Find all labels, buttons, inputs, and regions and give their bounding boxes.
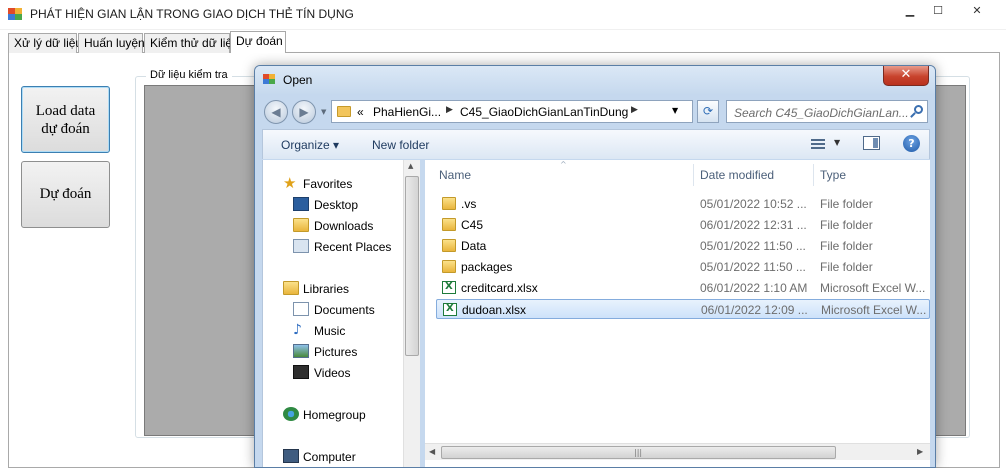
nav-documents[interactable]: Documents	[263, 301, 413, 319]
scroll-left-arrow-icon[interactable]: ◀	[429, 447, 435, 456]
file-row-c45[interactable]: C45 06/01/2022 12:31 ... File folder	[436, 215, 930, 235]
refresh-icon[interactable]: ⟳	[697, 100, 719, 123]
desktop-icon	[293, 197, 309, 211]
dialog-toolbar: Organize ▾ New folder ▼ ?	[262, 129, 930, 159]
forward-arrow-icon[interactable]: ▶	[292, 100, 316, 124]
excel-file-icon	[443, 303, 457, 316]
search-input[interactable]: Search C45_GiaoDichGianLan...	[726, 100, 928, 123]
folder-icon	[337, 106, 351, 117]
file-row-creditcard[interactable]: creditcard.xlsx 06/01/2022 1:10 AM Micro…	[436, 278, 930, 298]
music-icon: ♪	[293, 322, 302, 338]
minimize-button[interactable]: ▁	[898, 3, 922, 20]
excel-file-icon	[442, 281, 456, 294]
file-row-data[interactable]: Data 05/01/2022 11:50 ... File folder	[436, 236, 930, 256]
app-icon	[8, 8, 22, 20]
column-divider[interactable]	[693, 164, 694, 186]
scroll-right-arrow-icon[interactable]: ▶	[917, 447, 923, 456]
libraries-icon	[283, 281, 299, 295]
predict-button[interactable]: Dự đoán	[21, 161, 110, 228]
file-list-horizontal-scrollbar[interactable]: ◀ ||| ▶	[425, 443, 930, 460]
tab-kiem-thu-du-lieu[interactable]: Kiểm thử dữ liệu	[144, 33, 239, 53]
navigation-pane: ★ Favorites Desktop Downloads Recent Pla…	[262, 160, 420, 467]
column-header-date[interactable]: Date modified	[700, 160, 774, 188]
back-arrow-icon[interactable]: ◀	[264, 100, 288, 124]
preview-pane-icon[interactable]	[863, 136, 880, 150]
chevron-down-icon[interactable]: ▼	[834, 138, 840, 147]
load-data-label-line1: Load data	[35, 103, 96, 119]
column-header-name[interactable]: Name	[439, 160, 471, 188]
search-icon[interactable]	[910, 105, 924, 119]
nav-computer[interactable]: Computer	[263, 448, 413, 466]
load-data-label-line2: dự đoán	[41, 121, 90, 137]
new-folder-button[interactable]: New folder	[372, 138, 429, 152]
folder-icon	[442, 218, 456, 231]
file-row-packages[interactable]: packages 05/01/2022 11:50 ... File folde…	[436, 257, 930, 277]
column-header-type[interactable]: Type	[820, 160, 846, 188]
file-row-vs[interactable]: .vs 05/01/2022 10:52 ... File folder	[436, 194, 930, 214]
breadcrumb-part1[interactable]: PhaHienGi...	[373, 105, 441, 119]
folder-icon	[442, 197, 456, 210]
videos-icon	[293, 365, 309, 379]
nav-scrollbar-thumb[interactable]	[405, 176, 419, 356]
dialog-app-icon	[263, 74, 276, 85]
computer-icon	[283, 449, 299, 463]
close-button[interactable]: ✕	[958, 3, 996, 20]
breadcrumb-part2[interactable]: C45_GiaoDichGianLanTinDung	[460, 105, 628, 119]
address-bar[interactable]: « PhaHienGi... ▶ C45_GiaoDichGianLanTinD…	[331, 100, 693, 123]
groupbox-label: Dữ liệu kiểm tra	[146, 69, 232, 81]
open-file-dialog: Open ✕ ◀ ▶ ▼ « PhaHienGi... ▶ C45_GiaoDi…	[254, 65, 936, 468]
nav-videos[interactable]: Videos	[263, 364, 413, 382]
nav-pictures[interactable]: Pictures	[263, 343, 413, 361]
view-options-icon[interactable]	[811, 139, 827, 151]
nav-favorites[interactable]: ★ Favorites	[263, 175, 413, 193]
dialog-close-button[interactable]: ✕	[883, 66, 929, 86]
file-list-scrollbar-thumb[interactable]: |||	[441, 446, 836, 459]
nav-pane-scrollbar[interactable]: ▲	[403, 160, 420, 467]
nav-libraries[interactable]: Libraries	[263, 280, 413, 298]
homegroup-icon	[283, 407, 299, 421]
recent-places-icon	[293, 239, 309, 253]
star-icon: ★	[283, 174, 297, 192]
help-icon[interactable]: ?	[903, 135, 920, 152]
main-titlebar: PHÁT HIỆN GIAN LẬN TRONG GIAO DỊCH THẺ T…	[0, 0, 1006, 30]
nav-music[interactable]: ♪ Music	[263, 322, 413, 340]
nav-desktop[interactable]: Desktop	[263, 196, 413, 214]
dialog-title: Open	[283, 73, 313, 87]
tab-huan-luyen[interactable]: Huấn luyện	[78, 33, 145, 53]
pictures-icon	[293, 344, 309, 358]
chevron-down-icon[interactable]: ▼	[672, 106, 678, 115]
nav-downloads[interactable]: Downloads	[263, 217, 413, 235]
search-placeholder: Search C45_GiaoDichGianLan...	[734, 106, 909, 120]
recent-locations-dropdown-icon[interactable]: ▼	[321, 108, 326, 116]
window-title: PHÁT HIỆN GIAN LẬN TRONG GIAO DỊCH THẺ T…	[30, 7, 354, 21]
organize-menu[interactable]: Organize ▾	[281, 138, 339, 152]
column-divider[interactable]	[813, 164, 814, 186]
nav-homegroup[interactable]: Homegroup	[263, 406, 413, 424]
folder-icon	[442, 260, 456, 273]
dialog-titlebar: Open ✕	[255, 66, 935, 94]
breadcrumb-prefix[interactable]: «	[357, 105, 364, 119]
load-data-button[interactable]: Load data dự đoán	[21, 86, 110, 153]
chevron-right-icon[interactable]: ▶	[631, 105, 638, 115]
sort-ascending-icon: ^	[560, 160, 567, 169]
scroll-up-arrow-icon[interactable]: ▲	[408, 162, 413, 170]
chevron-right-icon[interactable]: ▶	[446, 105, 453, 115]
folder-icon	[442, 239, 456, 252]
documents-icon	[293, 302, 309, 316]
file-list: Name ^ Date modified Type .vs 05/01/2022…	[425, 160, 930, 467]
maximize-button[interactable]: ☐	[926, 3, 950, 20]
downloads-icon	[293, 218, 309, 232]
tab-du-doan[interactable]: Dự đoán	[230, 31, 286, 53]
file-row-dudoan[interactable]: dudoan.xlsx 06/01/2022 12:09 ... Microso…	[436, 299, 930, 319]
tab-xu-ly-du-lieu[interactable]: Xử lý dữ liệu	[8, 33, 82, 53]
nav-recent-places[interactable]: Recent Places	[263, 238, 413, 256]
